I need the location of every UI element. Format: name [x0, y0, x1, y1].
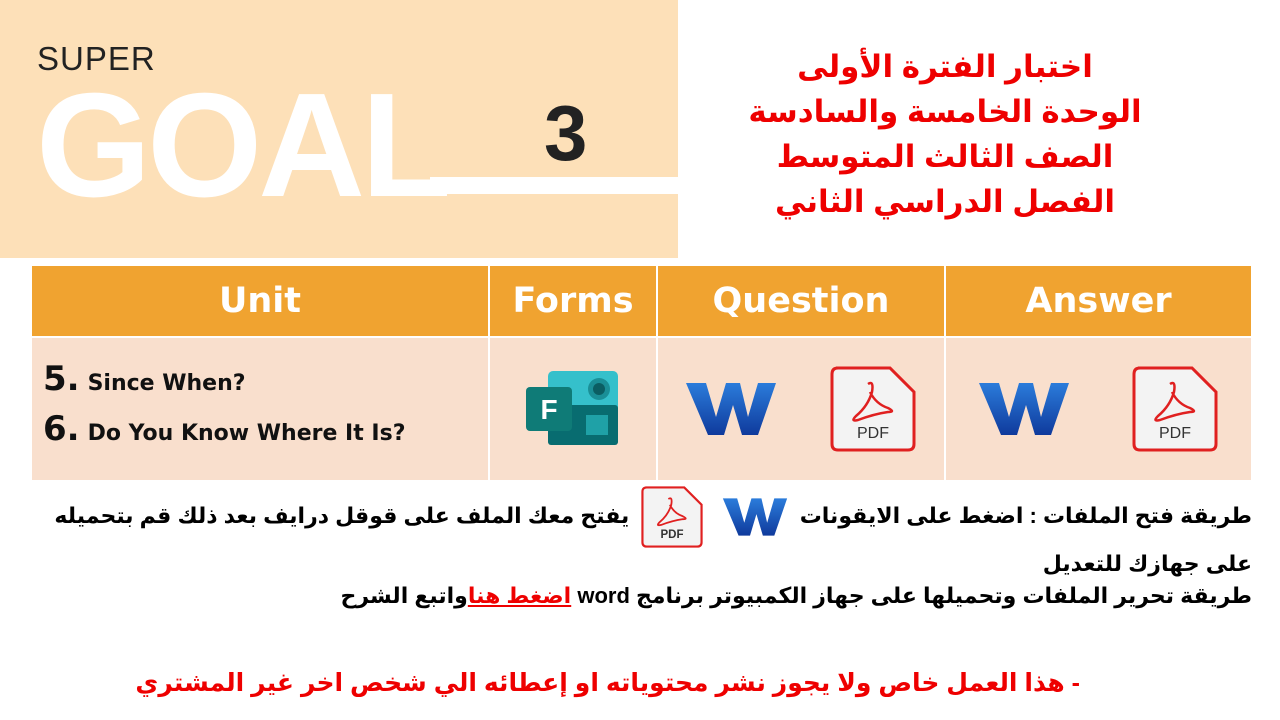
forms-cell: F: [488, 336, 658, 482]
table-row: 5. Since When? 6. Do You Know Where It I…: [30, 336, 1253, 482]
svg-text:PDF: PDF: [857, 425, 889, 442]
unit-item: 5. Since When?: [43, 359, 487, 409]
unit-cell: 5. Since When? 6. Do You Know Where It I…: [30, 336, 490, 482]
header-answer: Answer: [944, 266, 1253, 338]
logo-number: 3: [544, 89, 588, 177]
logo-underline: [430, 177, 678, 194]
pdf-icon[interactable]: PDF: [830, 366, 916, 452]
logo-goal-text: GOAL: [36, 63, 452, 228]
question-cell: PDF: [656, 336, 946, 482]
instruction-edit-files: طريقة تحرير الملفات وتحميلها على جهاز ال…: [340, 583, 1253, 608]
unit-item: 6. Do You Know Where It Is?: [43, 409, 487, 459]
table-header-row: Unit Forms Question Answer: [30, 266, 1253, 338]
click-here-link[interactable]: اضغط هنا: [468, 583, 571, 608]
svg-text:PDF: PDF: [661, 529, 684, 541]
title-line: الفصل الدراسي الثاني: [774, 184, 1116, 219]
word-icon[interactable]: [978, 381, 1069, 437]
svg-text:PDF: PDF: [1159, 425, 1191, 442]
instructions: طريقة فتح الملفات : اضغط على الايقونات P…: [12, 486, 1252, 612]
word-icon[interactable]: [686, 381, 776, 437]
microsoft-forms-icon[interactable]: F: [526, 371, 620, 447]
unit-title: Do You Know Where It Is?: [87, 421, 406, 446]
super-goal-logo: SUPER GOAL 3: [0, 0, 678, 258]
unit-number: 6.: [43, 409, 80, 449]
unit-title: Since When?: [87, 371, 246, 396]
word-icon: [722, 498, 787, 536]
title-line: الصف الثالث المتوسط: [776, 139, 1114, 174]
exam-title: اختبار الفترة الأولى الوحدة الخامسة والس…: [700, 44, 1190, 224]
title-line: الوحدة الخامسة والسادسة: [748, 94, 1142, 129]
unit-number: 5.: [43, 359, 80, 399]
header-forms: Forms: [488, 266, 658, 338]
svg-text:F: F: [540, 394, 557, 425]
units-table: Unit Forms Question Answer 5. Since When…: [30, 266, 1253, 482]
pdf-icon: PDF: [641, 486, 704, 548]
title-line: اختبار الفترة الأولى: [797, 49, 1093, 84]
answer-cell: PDF: [944, 336, 1253, 482]
header-question: Question: [656, 266, 946, 338]
copyright-notice: - هذا العمل خاص ولا يجوز نشر محتوياته او…: [135, 669, 1080, 697]
header-unit: Unit: [30, 266, 490, 338]
instruction-open-files: طريقة فتح الملفات : اضغط على الايقونات P…: [12, 486, 1252, 580]
pdf-icon[interactable]: PDF: [1132, 366, 1218, 452]
